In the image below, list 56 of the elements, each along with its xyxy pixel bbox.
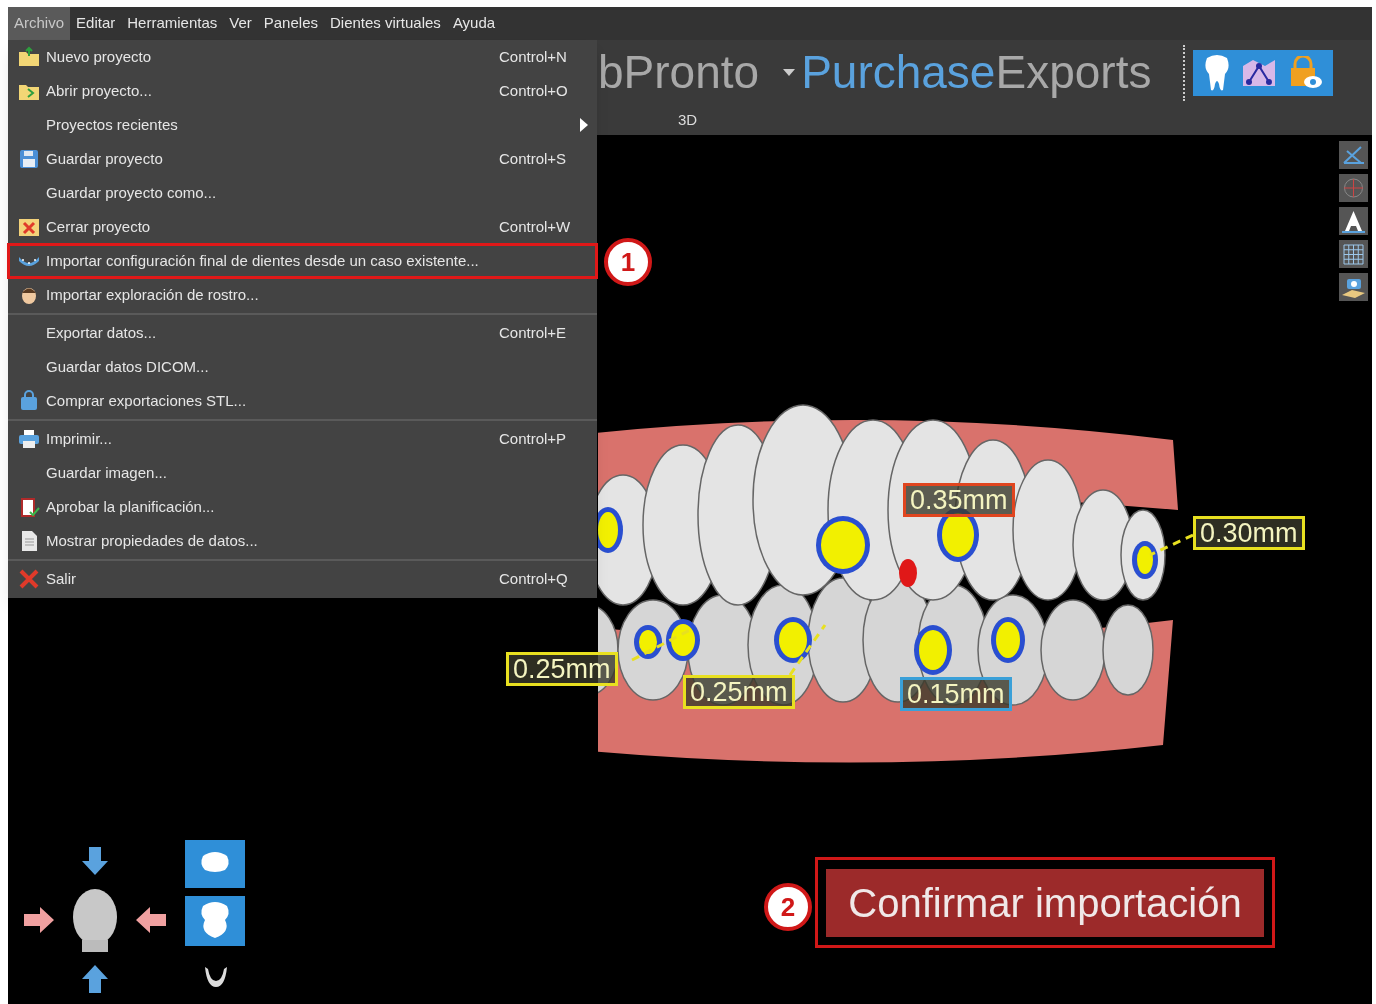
menu-item[interactable]: Aprobar la planificación... <box>8 490 597 524</box>
measurement-label: 0.35mm <box>903 483 1015 517</box>
menu-item[interactable]: Imprimir... Control+P <box>8 422 597 456</box>
product-logo: bPronto <box>598 45 760 100</box>
menu-bar-item[interactable]: Ver <box>223 7 258 40</box>
menu-item[interactable]: Exportar datos... Control+E <box>8 316 597 350</box>
close-icon <box>18 216 40 238</box>
menu-bar-item[interactable]: Herramientas <box>121 7 224 40</box>
printer-icon <box>18 428 40 450</box>
shortcut-label: Control+W <box>499 216 572 237</box>
upper-skull-button[interactable] <box>185 840 245 888</box>
skull-button[interactable] <box>185 896 245 946</box>
shortcut-label: Control+N <box>499 46 568 67</box>
menu-bar-item[interactable]: Paneles <box>257 7 324 40</box>
menu-item[interactable]: Guardar proyecto Control+S <box>8 142 597 176</box>
dental-arch-icon <box>18 255 40 267</box>
menu-bar-item[interactable]: Archivo <box>8 7 71 40</box>
measurement-label: 0.15mm <box>900 677 1012 711</box>
menu-item[interactable]: Importar configuración final de dientes desde un caso existente... <box>8 244 597 278</box>
shortcut-label: Control+S <box>499 148 568 169</box>
menu-bar-item[interactable]: Editar <box>70 7 122 40</box>
shortcut-label: Control+P <box>499 428 568 449</box>
menu-item[interactable]: Proyectos recientes <box>8 108 597 142</box>
shortcut-label: Control+E <box>499 322 568 343</box>
measurement-label: 0.25mm <box>683 675 795 709</box>
menu-bar-item[interactable]: Dientes virtuales <box>324 7 447 40</box>
menu-item[interactable]: Guardar proyecto como... <box>8 176 597 210</box>
menu-item[interactable]: Mostrar propiedades de datos... <box>8 524 597 558</box>
grid-icon[interactable] <box>1339 240 1368 268</box>
menu-item[interactable]: Importar exploración de rostro... <box>8 278 597 312</box>
menu-item[interactable]: Guardar datos DICOM... <box>8 350 597 384</box>
measurement-label: 0.30mm <box>1193 516 1305 550</box>
shortcut-label: Control+O <box>499 80 569 101</box>
clipboard-check-icon <box>18 496 40 518</box>
menu-bar-item[interactable]: Ayuda <box>446 7 502 40</box>
menu-item[interactable]: Abrir proyecto... Control+O <box>8 74 597 108</box>
tooth-icon[interactable] <box>1203 53 1232 92</box>
letter-a-icon[interactable] <box>1339 207 1368 235</box>
menu-item[interactable]: Comprar exportaciones STL... <box>8 384 597 418</box>
caret-down-icon[interactable] <box>783 68 796 77</box>
view-title: 3D <box>678 109 698 130</box>
jaw-icon[interactable] <box>203 965 229 989</box>
callout-number: 2 <box>764 883 812 931</box>
menu-item[interactable]: Guardar imagen... <box>8 456 597 490</box>
new-folder-icon <box>18 46 40 68</box>
camera-icon[interactable] <box>1339 273 1368 301</box>
confirm-import-button[interactable]: Confirmar importación <box>826 868 1264 937</box>
measurement-label: 0.25mm <box>506 652 618 686</box>
shortcut-label: Control+Q <box>499 568 569 589</box>
menu-item[interactable]: Cerrar proyecto Control+W <box>8 210 597 244</box>
menu-item[interactable]: Salir Control+Q <box>8 562 597 596</box>
shopping-bag-icon <box>18 390 40 412</box>
close-icon <box>18 568 40 590</box>
menu-item[interactable]: Nuevo proyecto Control+N <box>8 40 597 74</box>
module-title: PurchaseExports <box>801 45 1152 100</box>
axis-icon[interactable] <box>1339 141 1368 169</box>
